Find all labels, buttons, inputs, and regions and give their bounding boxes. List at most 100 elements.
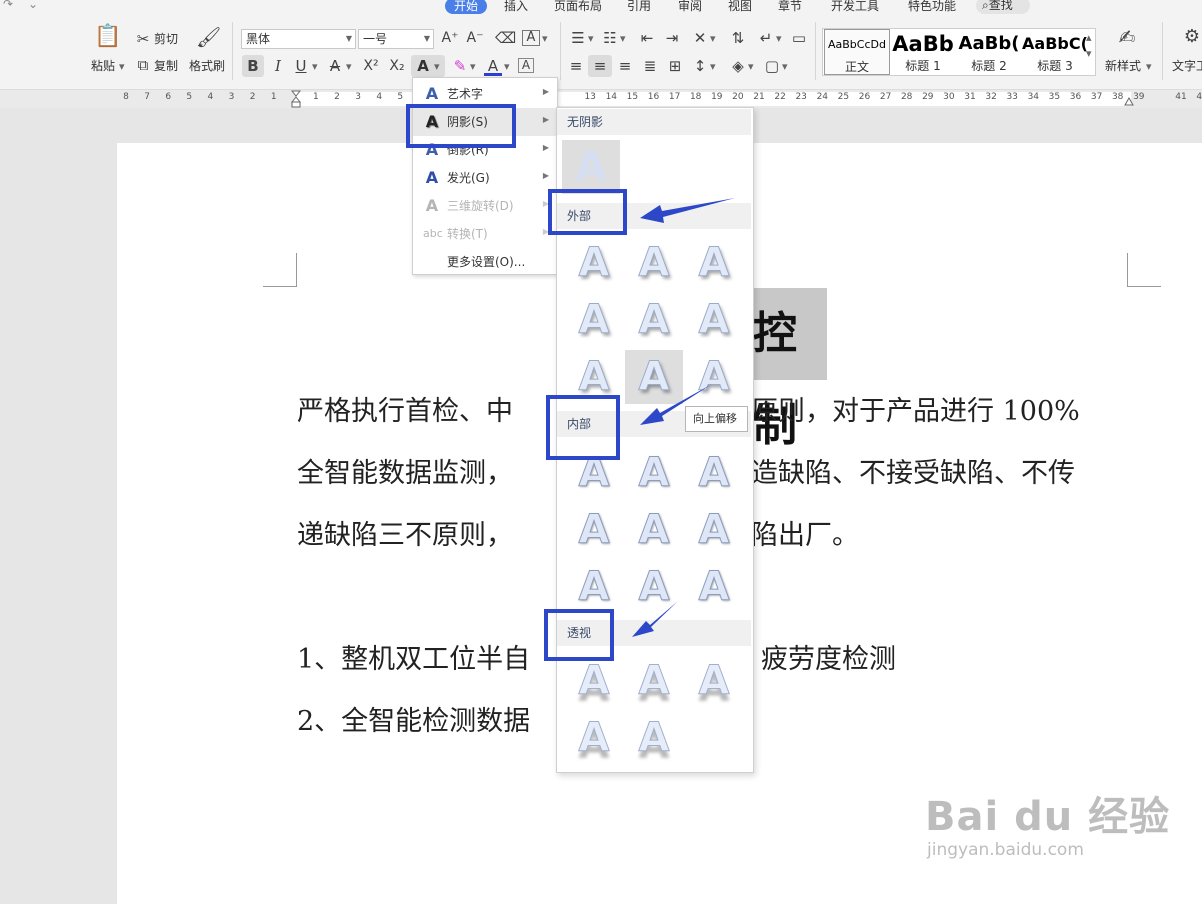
chevron-down-icon[interactable]: ▾ [504,59,510,75]
shadow-option-inner-3[interactable]: A [685,446,743,500]
tab-review[interactable]: 审阅 [678,0,702,14]
style-normal[interactable]: AaBbCcDd 正文 [824,29,890,75]
tab-chapter[interactable]: 章节 [778,0,802,14]
show-marks-icon[interactable]: ↵ [756,29,776,47]
tab-page-layout[interactable]: 页面布局 [554,0,602,14]
paste-icon[interactable]: 📋 [94,26,121,48]
text-tools-button[interactable]: 文字工 [1172,58,1202,74]
paste-button[interactable]: 粘贴 [91,58,115,74]
shadow-option-outer-9[interactable]: A [685,350,743,404]
tab-home[interactable]: 开始 [445,0,488,14]
shadow-option-outer-1[interactable]: A [565,236,623,290]
shadow-option-outer-2[interactable]: A [625,236,683,290]
indent-marker-icon[interactable] [290,90,302,108]
grow-font-icon[interactable]: A⁺ [441,29,459,47]
tab-special-features[interactable]: 特色功能 [908,0,956,14]
chevron-down-icon[interactable]: ▾ [346,59,352,75]
subscript-icon[interactable]: X₂ [386,57,408,75]
chevron-down-icon[interactable]: ▾ [776,31,782,47]
cut-button[interactable]: 剪切 [154,31,178,47]
chevron-down-icon[interactable]: ▾ [1146,59,1152,75]
menu-item-more-settings[interactable]: 更多设置(O)... [413,248,557,276]
shadow-option-inner-7[interactable]: A [565,560,623,614]
chevron-down-icon[interactable]: ▾ [434,59,440,75]
highlight-color-icon[interactable]: ✎ [451,57,469,75]
shadow-option-outer-6[interactable]: A [685,293,743,347]
shadow-option-inner-8[interactable]: A [625,560,683,614]
shadow-option-outer-5[interactable]: A [625,293,683,347]
superscript-icon[interactable]: X² [360,57,382,75]
font-color-icon[interactable]: A [484,57,502,76]
character-border-icon[interactable]: A [522,30,540,46]
redo-icon[interactable]: ↷ [3,0,13,11]
chevron-down-icon[interactable]: ▾ [710,59,716,75]
shadow-option-perspective-3[interactable]: A [685,654,743,708]
align-right-icon[interactable]: ≡ [615,57,635,75]
quick-access-dropdown-icon[interactable]: ⌄ [28,0,38,11]
shadow-option-outer-3[interactable]: A [685,236,743,290]
bullet-list-icon[interactable]: ☰ [568,29,588,47]
shadow-option-outer-8[interactable]: A [625,350,683,404]
chevron-down-icon[interactable]: ▾ [312,59,318,75]
distributed-align-icon[interactable]: ⊞ [665,57,685,75]
selected-title-text[interactable]: 控制 [747,288,827,451]
underline-icon[interactable]: U [292,57,310,75]
numbered-list-icon[interactable]: ☷ [600,29,620,47]
shadow-option-inner-4[interactable]: A [565,503,623,557]
copy-button[interactable]: 复制 [154,58,178,74]
scissors-icon[interactable]: ✂ [134,30,152,48]
style-heading-1[interactable]: AaBb 标题 1 [890,29,956,75]
chevron-down-icon[interactable]: ▾ [710,31,716,47]
shadow-option-inner-5[interactable]: A [625,503,683,557]
text-effect-icon[interactable]: A [414,57,432,75]
borders-icon[interactable]: ▢ [762,57,782,75]
shadow-option-perspective-2[interactable]: A [625,654,683,708]
table-tools-icon[interactable]: ▭ [789,29,809,47]
character-shading-icon[interactable]: A [518,58,534,73]
horizontal-ruler[interactable]: 8 7 6 5 4 3 2 1 1 2 3 4 5 13 14 15 16 17 18 19 20 21 22 23 24 25 2… [0,90,1202,108]
chevron-down-icon[interactable]: ▾ [782,59,788,75]
format-painter-button[interactable]: 格式刷 [189,58,225,74]
tab-developer[interactable]: 开发工具 [831,0,879,14]
tab-insert[interactable]: 插入 [504,0,528,14]
shadow-option-perspective-4[interactable]: A [565,711,623,765]
shadow-option-none[interactable]: A [562,140,620,194]
decrease-indent-icon[interactable]: ⇤ [637,29,657,47]
shadow-option-inner-9[interactable]: A [685,560,743,614]
right-indent-marker-icon[interactable] [1124,94,1134,106]
tab-references[interactable]: 引用 [627,0,651,14]
shading-icon[interactable]: ◈ [728,57,748,75]
increase-indent-icon[interactable]: ⇥ [662,29,682,47]
gallery-scroll-down-icon[interactable]: ▾ [1086,46,1092,62]
shadow-option-outer-4[interactable]: A [565,293,623,347]
chevron-down-icon[interactable]: ▾ [542,31,548,47]
menu-item-glow[interactable]: A 发光(G) ▶ [413,164,557,192]
shadow-option-perspective-1[interactable]: A [565,654,623,708]
strikethrough-icon[interactable]: A [326,57,344,75]
bold-icon[interactable]: B [244,57,262,75]
shadow-option-perspective-5[interactable]: A [625,711,683,765]
format-painter-icon[interactable]: 🖌 [196,27,221,47]
shadow-option-inner-2[interactable]: A [625,446,683,500]
align-center-icon[interactable]: ≡ [590,57,610,75]
style-heading-3[interactable]: AaBbC( 标题 3 [1022,29,1088,75]
clear-format-icon[interactable]: ⌫ [495,29,516,47]
gallery-scroll-up-icon[interactable]: ▴ [1086,30,1092,46]
copy-icon[interactable]: ⧉ [134,56,152,74]
search-tab[interactable]: ⌕查找 [976,0,1030,14]
shrink-font-icon[interactable]: A⁻ [466,29,484,47]
new-style-button[interactable]: 新样式 [1105,58,1141,74]
text-tools-icon[interactable]: ⚙ [1182,28,1202,46]
justify-icon[interactable]: ≣ [640,57,660,75]
chevron-down-icon[interactable]: ▾ [588,31,594,47]
italic-icon[interactable]: I [269,57,287,75]
paste-dropdown-icon[interactable]: ▾ [119,59,125,75]
line-spacing-icon[interactable]: ↕ [690,57,710,75]
style-heading-2[interactable]: AaBb( 标题 2 [956,29,1022,75]
shadow-option-inner-6[interactable]: A [685,503,743,557]
chevron-down-icon[interactable]: ▾ [620,31,626,47]
font-size-select[interactable]: 一号 ▼ [358,29,434,49]
new-style-icon[interactable]: ✍ [1115,27,1139,47]
chevron-down-icon[interactable]: ▾ [470,59,476,75]
align-left-icon[interactable]: ≡ [566,57,586,75]
